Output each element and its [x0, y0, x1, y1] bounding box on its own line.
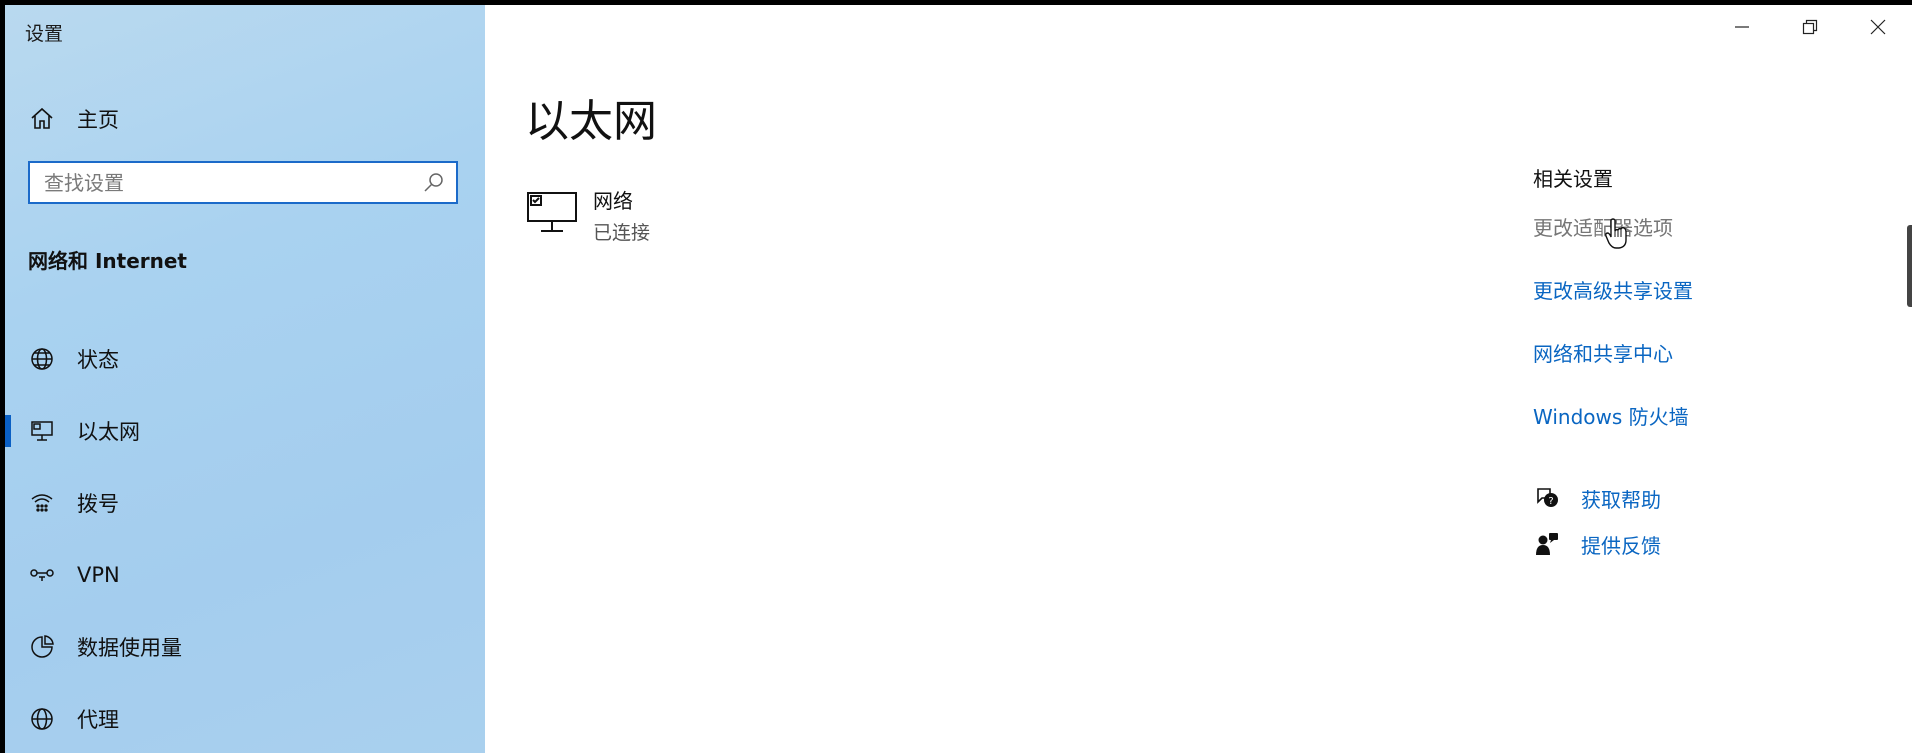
svg-text:?: ? [1548, 496, 1553, 507]
related-settings-title: 相关设置 [1533, 167, 1613, 191]
network-status: 已连接 [593, 222, 651, 244]
sidebar-item-label: 状态 [77, 348, 119, 372]
sidebar-item-ethernet[interactable]: 以太网 [5, 395, 485, 467]
network-tile[interactable]: 网络 已连接 [525, 185, 650, 245]
get-help-label: 获取帮助 [1581, 487, 1661, 512]
help-section: ? 获取帮助 提供反馈 [1533, 475, 1661, 567]
section-title: 网络和 Internet [28, 249, 187, 273]
minimize-icon [1734, 19, 1750, 39]
advanced-sharing-settings-link[interactable]: 更改高级共享设置 [1533, 275, 1693, 304]
globe-status-icon [27, 344, 57, 374]
sidebar-item-data-usage[interactable]: 数据使用量 [5, 611, 485, 683]
search-icon[interactable] [418, 167, 450, 199]
network-name: 网络 [593, 189, 633, 213]
sidebar-item-label: 主页 [77, 108, 119, 132]
ethernet-icon [27, 416, 57, 446]
give-feedback-link[interactable]: 提供反馈 [1533, 521, 1661, 567]
sidebar-item-label: 以太网 [77, 420, 140, 444]
restore-button[interactable] [1776, 5, 1844, 53]
sidebar-item-proxy[interactable]: 代理 [5, 683, 485, 753]
sidebar-nav: 状态 以太网 拨号 VPN 数据使用量 代理 [5, 323, 485, 753]
search-box[interactable] [28, 161, 458, 204]
sidebar-item-label: 数据使用量 [77, 636, 182, 660]
give-feedback-label: 提供反馈 [1581, 533, 1661, 558]
sidebar-item-vpn[interactable]: VPN [5, 539, 485, 611]
window-title: 设置 [25, 23, 64, 45]
feedback-icon [1533, 530, 1561, 558]
help-chat-icon: ? [1533, 484, 1561, 512]
close-icon [1870, 19, 1886, 39]
get-help-link[interactable]: ? 获取帮助 [1533, 475, 1661, 521]
scrollbar[interactable] [1907, 225, 1912, 307]
home-icon [27, 104, 57, 134]
sidebar-item-home[interactable]: 主页 [27, 101, 119, 137]
sidebar-item-dialup[interactable]: 拨号 [5, 467, 485, 539]
windows-firewall-link[interactable]: Windows 防火墙 [1533, 401, 1693, 430]
sidebar: 设置 主页 网络和 Internet [5, 5, 485, 753]
network-sharing-center-link[interactable]: 网络和共享中心 [1533, 338, 1693, 367]
sidebar-item-status[interactable]: 状态 [5, 323, 485, 395]
search-input[interactable] [30, 163, 418, 202]
close-button[interactable] [1844, 5, 1912, 53]
vpn-icon [27, 560, 57, 590]
minimize-button[interactable] [1708, 5, 1776, 53]
dialup-icon [27, 488, 57, 518]
sidebar-item-label: 代理 [77, 708, 119, 732]
hand-cursor-icon [1604, 217, 1630, 251]
settings-window: 设置 主页 网络和 Internet [5, 5, 1912, 753]
related-settings: 相关设置 更改适配器选项 更改高级共享设置 网络和共享中心 Windows 防火… [1533, 163, 1693, 430]
data-usage-icon [27, 632, 57, 662]
sidebar-item-label: 拨号 [77, 492, 119, 516]
restore-icon [1802, 19, 1818, 39]
window-controls [1708, 5, 1912, 53]
sidebar-item-label: VPN [77, 563, 120, 587]
page-title: 以太网 [525, 96, 657, 147]
globe-icon [27, 704, 57, 734]
ethernet-network-icon [525, 190, 579, 240]
